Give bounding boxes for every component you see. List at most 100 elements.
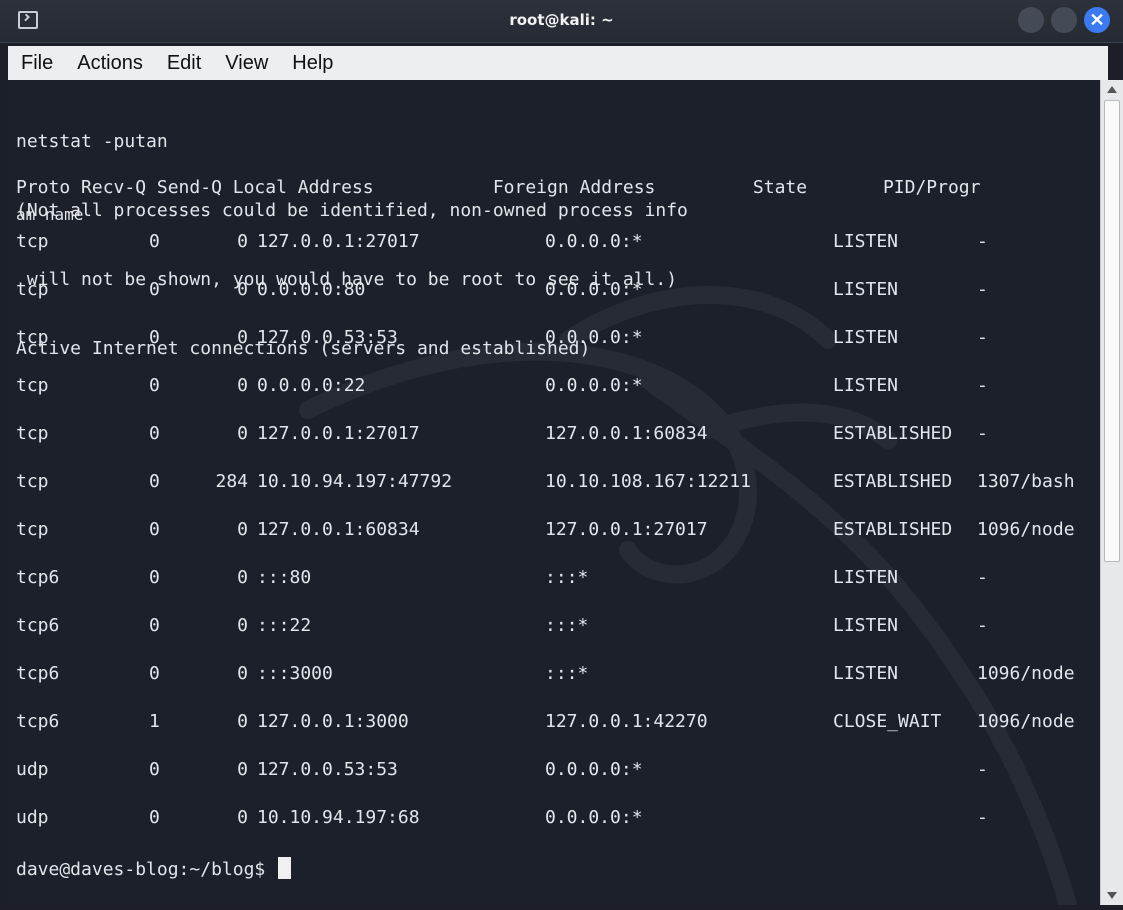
cell-pid: -: [977, 327, 988, 348]
cell-pid: -: [977, 375, 988, 396]
cell-recv-q: 0: [149, 279, 160, 300]
cell-send-q: 0: [237, 327, 248, 348]
text-cursor: [278, 857, 292, 879]
cell-state: ESTABLISHED: [833, 471, 953, 492]
cell-proto: tcp: [16, 231, 49, 252]
cell-pid: 1096/node: [977, 711, 1075, 732]
cell-send-q: 0: [237, 663, 248, 684]
cell-send-q: 0: [237, 279, 248, 300]
cell-foreign: 0.0.0.0:*: [545, 231, 643, 252]
cell-recv-q: 0: [149, 423, 160, 444]
maximize-button[interactable]: [1051, 7, 1077, 33]
cell-pid: -: [977, 279, 988, 300]
cell-proto: tcp: [16, 471, 49, 492]
cell-local: :::80: [257, 567, 312, 588]
scroll-up-icon[interactable]: [1107, 86, 1117, 93]
cell-local: :::3000: [257, 663, 333, 684]
cell-local: 127.0.0.1:3000: [257, 711, 409, 732]
terminal-output[interactable]: netstat -putan (Not all processes could …: [8, 80, 1100, 905]
cell-pid: -: [977, 423, 988, 444]
cell-local: 0.0.0.0:80: [257, 279, 366, 300]
cell-state: LISTEN: [833, 375, 899, 396]
cell-pid: -: [977, 615, 988, 636]
cell-recv-q: 0: [149, 327, 160, 348]
cell-pid: -: [977, 807, 988, 828]
cell-foreign: 127.0.0.1:42270: [545, 711, 708, 732]
cell-state: LISTEN: [833, 663, 899, 684]
cell-send-q: 0: [237, 807, 248, 828]
prompt-text: dave@daves-blog:~/blog$: [16, 859, 277, 880]
cell-pid: -: [977, 567, 988, 588]
cell-proto: tcp: [16, 375, 49, 396]
cell-recv-q: 0: [149, 759, 160, 780]
cell-recv-q: 1: [149, 711, 160, 732]
scrollbar[interactable]: [1100, 80, 1123, 905]
cell-recv-q: 0: [149, 567, 160, 588]
cell-send-q: 0: [237, 615, 248, 636]
cell-send-q: 0: [237, 519, 248, 540]
cell-foreign: :::*: [545, 615, 589, 636]
cell-local: 127.0.0.53:53: [257, 759, 398, 780]
cell-pid: -: [977, 759, 988, 780]
menu-view[interactable]: View: [212, 52, 279, 75]
cell-local: 127.0.0.1:60834: [257, 519, 420, 540]
cell-proto: tcp6: [16, 663, 60, 684]
cell-local: 127.0.0.1:27017: [257, 423, 420, 444]
scroll-down-icon[interactable]: [1107, 892, 1117, 899]
cell-foreign: :::*: [545, 663, 589, 684]
cell-send-q: 0: [237, 567, 248, 588]
cell-state: LISTEN: [833, 279, 899, 300]
cell-local: 0.0.0.0:22: [257, 375, 366, 396]
cell-foreign: 0.0.0.0:*: [545, 759, 643, 780]
cell-proto: tcp6: [16, 615, 60, 636]
cell-recv-q: 0: [149, 615, 160, 636]
cell-proto: tcp6: [16, 567, 60, 588]
cell-send-q: 284: [215, 471, 248, 492]
table-header-wrap: am name: [16, 205, 84, 224]
cell-foreign: 10.10.108.167:12211: [545, 471, 751, 492]
cell-local: 10.10.94.197:47792: [257, 471, 453, 492]
cell-proto: tcp: [16, 327, 49, 348]
cell-proto: udp: [16, 759, 49, 780]
cell-send-q: 0: [237, 711, 248, 732]
cell-foreign: 0.0.0.0:*: [545, 807, 643, 828]
menubar: File Actions Edit View Help: [8, 46, 1108, 81]
cell-recv-q: 0: [149, 375, 160, 396]
menu-help[interactable]: Help: [279, 52, 344, 75]
cell-pid: 1096/node: [977, 519, 1075, 540]
cell-recv-q: 0: [149, 471, 160, 492]
close-button[interactable]: ✕: [1084, 7, 1110, 33]
command-line: netstat -putan: [16, 131, 168, 152]
cell-proto: tcp6: [16, 711, 60, 732]
cell-recv-q: 0: [149, 231, 160, 252]
scrollbar-thumb[interactable]: [1104, 100, 1120, 562]
cell-state: LISTEN: [833, 615, 899, 636]
shell-prompt[interactable]: dave@daves-blog:~/blog$: [16, 857, 292, 881]
menu-actions[interactable]: Actions: [64, 52, 154, 75]
cell-foreign: 0.0.0.0:*: [545, 327, 643, 348]
menu-file[interactable]: File: [8, 52, 64, 75]
cell-foreign: 127.0.0.1:60834: [545, 423, 708, 444]
cell-send-q: 0: [237, 375, 248, 396]
cell-proto: udp: [16, 807, 49, 828]
menu-edit[interactable]: Edit: [154, 52, 212, 75]
cell-state: ESTABLISHED: [833, 423, 953, 444]
cell-state: LISTEN: [833, 231, 899, 252]
cell-pid: 1307/bash: [977, 471, 1075, 492]
cell-proto: tcp: [16, 423, 49, 444]
cell-state: LISTEN: [833, 567, 899, 588]
cell-state: ESTABLISHED: [833, 519, 953, 540]
close-icon: ✕: [1089, 10, 1105, 30]
cell-proto: tcp: [16, 279, 49, 300]
cell-local: :::22: [257, 615, 312, 636]
cell-recv-q: 0: [149, 519, 160, 540]
cell-recv-q: 0: [149, 663, 160, 684]
cell-local: 127.0.0.1:27017: [257, 231, 420, 252]
minimize-button[interactable]: [1018, 7, 1044, 33]
table-header: Proto Recv-Q Send-Q Local Address Foreig…: [16, 177, 981, 198]
window-titlebar[interactable]: root@kali: ~ ✕: [0, 0, 1123, 43]
cell-send-q: 0: [237, 423, 248, 444]
cell-local: 10.10.94.197:68: [257, 807, 420, 828]
cell-foreign: 127.0.0.1:27017: [545, 519, 708, 540]
cell-foreign: 0.0.0.0:*: [545, 375, 643, 396]
